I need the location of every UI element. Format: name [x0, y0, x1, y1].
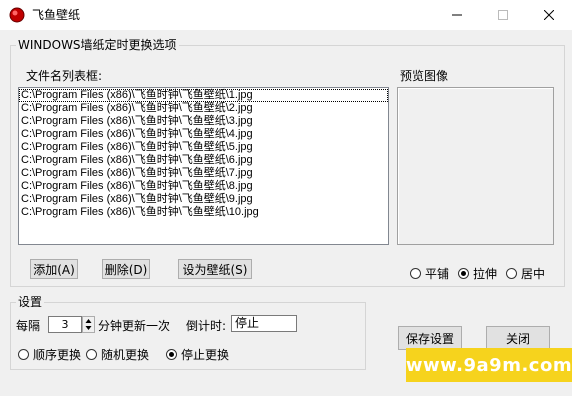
- set-wallpaper-button[interactable]: 设为壁纸(S): [178, 259, 252, 279]
- radio-indicator: [86, 349, 97, 360]
- delete-button[interactable]: 删除(D): [102, 259, 150, 279]
- every-label: 每隔: [16, 319, 41, 333]
- close-icon: [544, 10, 554, 20]
- file-list-item[interactable]: C:\Program Files (x86)\飞鱼时钟\飞鱼壁纸\6.jpg: [19, 154, 388, 167]
- radio-indicator: [166, 349, 177, 360]
- file-list-item[interactable]: C:\Program Files (x86)\飞鱼时钟\飞鱼壁纸\3.jpg: [19, 115, 388, 128]
- title-bar: 飞鱼壁纸: [0, 0, 572, 30]
- minimize-button[interactable]: [434, 0, 480, 30]
- minimize-icon: [452, 14, 462, 16]
- file-list-item[interactable]: C:\Program Files (x86)\飞鱼时钟\飞鱼壁纸\1.jpg: [19, 89, 388, 102]
- countdown-field: 停止: [231, 315, 297, 332]
- countdown-label: 倒计时:: [186, 319, 227, 333]
- radio-indicator: [410, 268, 421, 279]
- settings-group-label: 设置: [16, 295, 45, 309]
- close-button[interactable]: 关闭: [486, 326, 550, 350]
- file-list-item[interactable]: C:\Program Files (x86)\飞鱼时钟\飞鱼壁纸\9.jpg: [19, 193, 388, 206]
- radio-label: 拉伸: [473, 267, 498, 281]
- file-list-item[interactable]: C:\Program Files (x86)\飞鱼时钟\飞鱼壁纸\7.jpg: [19, 167, 388, 180]
- window-title: 飞鱼壁纸: [32, 8, 81, 22]
- file-list-item[interactable]: C:\Program Files (x86)\飞鱼时钟\飞鱼壁纸\10.jpg: [19, 206, 388, 219]
- radio-order-stop[interactable]: 停止更换: [166, 346, 229, 363]
- radio-label: 停止更换: [181, 348, 230, 362]
- schedule-group-label: WINDOWS墙纸定时更换选项: [16, 38, 179, 52]
- file-list-label: 文件名列表框:: [26, 69, 103, 83]
- file-list-item[interactable]: C:\Program Files (x86)\飞鱼时钟\飞鱼壁纸\5.jpg: [19, 141, 388, 154]
- radio-indicator: [18, 349, 29, 360]
- radio-indicator: [458, 268, 469, 279]
- radio-label: 平铺: [425, 267, 450, 281]
- radio-display-stretch[interactable]: 拉伸: [458, 265, 497, 282]
- file-list-item[interactable]: C:\Program Files (x86)\飞鱼时钟\飞鱼壁纸\2.jpg: [19, 102, 388, 115]
- radio-order-sequential[interactable]: 顺序更换: [18, 346, 81, 363]
- file-listbox[interactable]: C:\Program Files (x86)\飞鱼时钟\飞鱼壁纸\1.jpg C:…: [18, 87, 389, 245]
- radio-indicator: [506, 268, 517, 279]
- spinner-arrows-icon: [85, 319, 92, 330]
- radio-order-random[interactable]: 随机更换: [86, 346, 149, 363]
- app-icon: [9, 7, 25, 23]
- radio-label: 随机更换: [101, 348, 150, 362]
- interval-input[interactable]: 3: [48, 316, 82, 333]
- preview-label: 预览图像: [400, 69, 449, 83]
- file-list-item[interactable]: C:\Program Files (x86)\飞鱼时钟\飞鱼壁纸\8.jpg: [19, 180, 388, 193]
- maximize-icon: [498, 10, 508, 20]
- add-button[interactable]: 添加(A): [30, 259, 78, 279]
- watermark-text: www.9a9m.com: [405, 354, 572, 376]
- close-window-button[interactable]: [526, 0, 572, 30]
- radio-display-center[interactable]: 居中: [506, 265, 545, 282]
- file-list-item[interactable]: C:\Program Files (x86)\飞鱼时钟\飞鱼壁纸\4.jpg: [19, 128, 388, 141]
- radio-label: 居中: [521, 267, 546, 281]
- radio-label: 顺序更换: [33, 348, 82, 362]
- radio-display-tile[interactable]: 平铺: [410, 265, 449, 282]
- maximize-button[interactable]: [480, 0, 526, 30]
- interval-spinner[interactable]: [82, 316, 95, 333]
- preview-image-box: [397, 87, 554, 245]
- save-settings-button[interactable]: 保存设置: [398, 326, 462, 350]
- interval-suffix-label: 分钟更新一次: [98, 319, 171, 333]
